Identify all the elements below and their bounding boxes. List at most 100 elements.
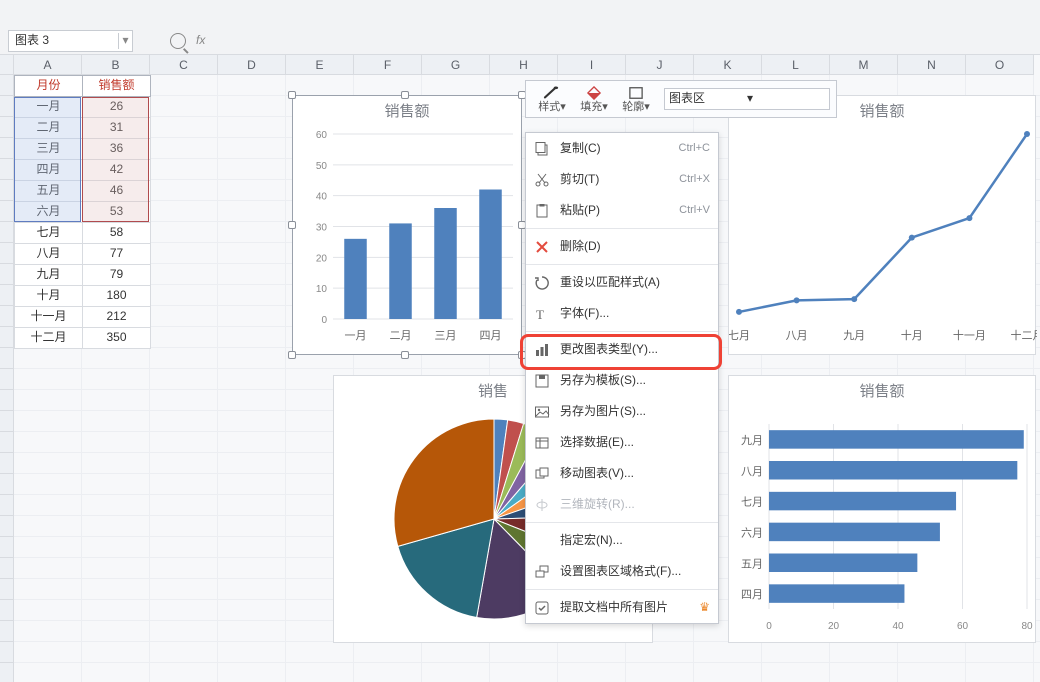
- table-cell[interactable]: 53: [83, 202, 151, 223]
- table-cell[interactable]: 七月: [15, 223, 83, 244]
- table-cell[interactable]: 五月: [15, 181, 83, 202]
- table-cell[interactable]: 六月: [15, 202, 83, 223]
- chart-floating-toolbar[interactable]: 样式▾ 填充▾ 轮廓▾ 图表区 ▾: [525, 80, 837, 118]
- ctx-extract-images[interactable]: 提取文档中所有图片 ♛: [526, 592, 718, 623]
- resize-handle[interactable]: [288, 351, 296, 359]
- col-header[interactable]: N: [898, 55, 966, 75]
- table-header-cell[interactable]: 月份: [15, 76, 83, 97]
- outline-button[interactable]: 轮廓▾: [616, 84, 656, 114]
- col-header[interactable]: I: [558, 55, 626, 75]
- column-headers[interactable]: ABCDEFGHIJKLMNO: [0, 55, 1034, 75]
- ctx-cut[interactable]: 剪切(T)Ctrl+X: [526, 164, 718, 195]
- col-header[interactable]: M: [830, 55, 898, 75]
- row-header[interactable]: [0, 642, 14, 663]
- row-header[interactable]: [0, 201, 14, 222]
- row-header[interactable]: [0, 495, 14, 516]
- row-header[interactable]: [0, 369, 14, 390]
- fill-button[interactable]: 填充▾: [574, 84, 614, 114]
- table-cell[interactable]: 四月: [15, 160, 83, 181]
- ctx-assign-macro[interactable]: 指定宏(N)...: [526, 525, 718, 556]
- resize-handle[interactable]: [401, 91, 409, 99]
- row-header[interactable]: [0, 621, 14, 642]
- row-header[interactable]: [0, 117, 14, 138]
- chart-bar[interactable]: 销售额 0102030405060一月二月三月四月: [292, 95, 522, 355]
- col-header[interactable]: B: [82, 55, 150, 75]
- table-cell[interactable]: 180: [83, 286, 151, 307]
- row-header[interactable]: [0, 243, 14, 264]
- table-header-cell[interactable]: 销售额: [83, 76, 151, 97]
- row-header[interactable]: [0, 285, 14, 306]
- row-header[interactable]: [0, 138, 14, 159]
- table-cell[interactable]: 一月: [15, 97, 83, 118]
- row-header[interactable]: [0, 96, 14, 117]
- table-cell[interactable]: 十一月: [15, 307, 83, 328]
- name-box-dropdown-icon[interactable]: ▾: [118, 33, 132, 49]
- ctx-move-chart[interactable]: 移动图表(V)...: [526, 458, 718, 489]
- ctx-copy[interactable]: 复制(C)Ctrl+C: [526, 133, 718, 164]
- table-cell[interactable]: 26: [83, 97, 151, 118]
- row-header[interactable]: [0, 390, 14, 411]
- table-cell[interactable]: 十二月: [15, 328, 83, 349]
- col-header[interactable]: K: [694, 55, 762, 75]
- row-header[interactable]: [0, 516, 14, 537]
- table-cell[interactable]: 79: [83, 265, 151, 286]
- row-header[interactable]: [0, 180, 14, 201]
- row-header[interactable]: [0, 348, 14, 369]
- row-header[interactable]: [0, 411, 14, 432]
- row-header[interactable]: [0, 159, 14, 180]
- row-header[interactable]: [0, 453, 14, 474]
- row-header[interactable]: [0, 579, 14, 600]
- row-header[interactable]: [0, 222, 14, 243]
- col-header[interactable]: E: [286, 55, 354, 75]
- row-header[interactable]: [0, 306, 14, 327]
- name-box[interactable]: 图表 3 ▾: [8, 30, 133, 52]
- resize-handle[interactable]: [401, 351, 409, 359]
- row-header[interactable]: [0, 75, 14, 96]
- table-cell[interactable]: 十月: [15, 286, 83, 307]
- col-header[interactable]: C: [150, 55, 218, 75]
- ctx-paste[interactable]: 粘贴(P)Ctrl+V: [526, 195, 718, 226]
- ctx-reset-style[interactable]: 重设以匹配样式(A): [526, 267, 718, 298]
- table-cell[interactable]: 46: [83, 181, 151, 202]
- table-cell[interactable]: 九月: [15, 265, 83, 286]
- resize-handle[interactable]: [288, 91, 296, 99]
- chart-area-selector[interactable]: 图表区 ▾: [664, 88, 830, 110]
- table-cell[interactable]: 36: [83, 139, 151, 160]
- table-cell[interactable]: 42: [83, 160, 151, 181]
- col-header[interactable]: J: [626, 55, 694, 75]
- table-cell[interactable]: 八月: [15, 244, 83, 265]
- row-header[interactable]: [0, 600, 14, 621]
- zoom-icon[interactable]: [170, 33, 186, 49]
- row-headers[interactable]: [0, 75, 14, 682]
- row-header[interactable]: [0, 474, 14, 495]
- ctx-font[interactable]: T 字体(F)...: [526, 298, 718, 329]
- style-button[interactable]: 样式▾: [532, 84, 572, 114]
- table-cell[interactable]: 212: [83, 307, 151, 328]
- ctx-select-data[interactable]: 选择数据(E)...: [526, 427, 718, 458]
- col-header[interactable]: D: [218, 55, 286, 75]
- chart-line[interactable]: 销售额 七月八月九月十月十一月十二月: [728, 95, 1036, 355]
- table-cell[interactable]: 31: [83, 118, 151, 139]
- resize-handle[interactable]: [288, 221, 296, 229]
- col-header[interactable]: G: [422, 55, 490, 75]
- table-cell[interactable]: 二月: [15, 118, 83, 139]
- table-cell[interactable]: 77: [83, 244, 151, 265]
- formula-input-area[interactable]: fx: [170, 30, 205, 52]
- col-header[interactable]: H: [490, 55, 558, 75]
- table-cell[interactable]: 58: [83, 223, 151, 244]
- row-header[interactable]: [0, 432, 14, 453]
- row-header[interactable]: [0, 264, 14, 285]
- row-header[interactable]: [0, 558, 14, 579]
- col-header[interactable]: F: [354, 55, 422, 75]
- table-cell[interactable]: 三月: [15, 139, 83, 160]
- ctx-save-template[interactable]: 另存为模板(S)...: [526, 365, 718, 396]
- row-header[interactable]: [0, 663, 14, 682]
- col-header[interactable]: A: [14, 55, 82, 75]
- chart-barh[interactable]: 销售额 020406080九月八月七月六月五月四月: [728, 375, 1036, 643]
- row-header[interactable]: [0, 537, 14, 558]
- col-header[interactable]: [0, 55, 14, 75]
- ctx-save-image[interactable]: 另存为图片(S)...: [526, 396, 718, 427]
- col-header[interactable]: O: [966, 55, 1034, 75]
- col-header[interactable]: L: [762, 55, 830, 75]
- ctx-format-chart-area[interactable]: 设置图表区域格式(F)...: [526, 556, 718, 587]
